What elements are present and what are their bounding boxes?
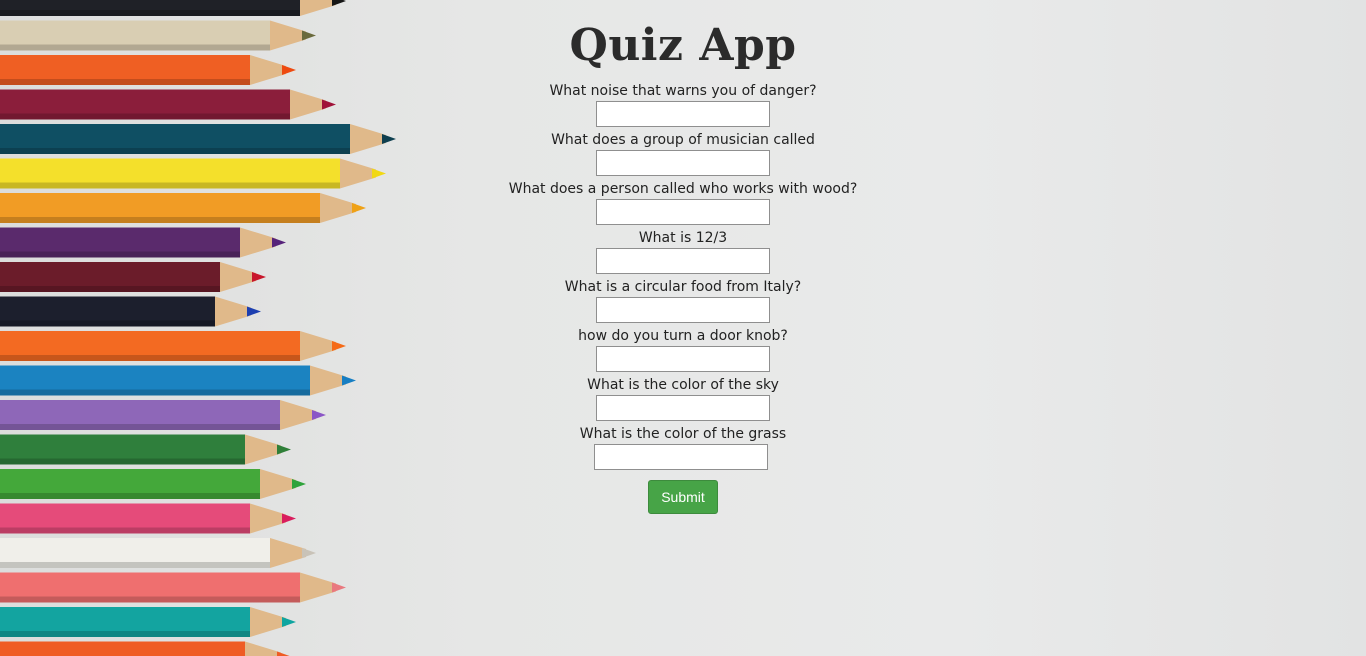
question-label: how do you turn a door knob? bbox=[578, 328, 788, 344]
answer-input-3[interactable] bbox=[596, 199, 770, 225]
answer-input-2[interactable] bbox=[596, 150, 770, 176]
pencil bbox=[0, 469, 306, 499]
question-label: What is 12/3 bbox=[638, 230, 728, 246]
pencil bbox=[0, 400, 326, 430]
question-label: What noise that warns you of danger? bbox=[549, 83, 817, 99]
question-label: What is the color of the sky bbox=[587, 377, 779, 393]
question-label: What does a group of musician called bbox=[551, 132, 815, 148]
pencil bbox=[0, 0, 346, 16]
pencil bbox=[0, 331, 346, 361]
pencil bbox=[0, 365, 356, 396]
pencil bbox=[0, 434, 291, 465]
pencil bbox=[0, 296, 261, 327]
submit-row: Submit bbox=[433, 480, 933, 514]
question-label: What is the color of the grass bbox=[579, 426, 787, 442]
question-7: What is the color of the sky bbox=[433, 377, 933, 421]
answer-input-6[interactable] bbox=[596, 346, 770, 372]
pencil bbox=[0, 641, 290, 656]
page-title: Quiz App bbox=[569, 20, 797, 71]
answer-input-1[interactable] bbox=[596, 101, 770, 127]
pencil bbox=[0, 607, 296, 637]
pencil bbox=[0, 262, 266, 292]
pencil bbox=[0, 503, 296, 534]
pencil bbox=[0, 20, 316, 51]
question-4: What is 12/3 bbox=[433, 230, 933, 274]
pencil bbox=[0, 124, 396, 154]
question-label: What is a circular food from Italy? bbox=[564, 279, 802, 295]
submit-button[interactable]: Submit bbox=[648, 480, 718, 514]
pencil bbox=[0, 572, 346, 603]
quiz-form: Quiz App What noise that warns you of da… bbox=[433, 0, 933, 514]
question-8: What is the color of the grass bbox=[433, 426, 933, 470]
colored-pencils-background bbox=[0, 0, 396, 656]
question-1: What noise that warns you of danger? bbox=[433, 83, 933, 127]
answer-input-5[interactable] bbox=[596, 297, 770, 323]
answer-input-7[interactable] bbox=[596, 395, 770, 421]
question-6: how do you turn a door knob? bbox=[433, 328, 933, 372]
question-label: What does a person called who works with… bbox=[508, 181, 858, 197]
question-5: What is a circular food from Italy? bbox=[433, 279, 933, 323]
answer-input-8[interactable] bbox=[594, 444, 768, 470]
pencil bbox=[0, 89, 336, 120]
answer-input-4[interactable] bbox=[596, 248, 770, 274]
pencil bbox=[0, 193, 366, 223]
pencil bbox=[0, 158, 386, 189]
question-3: What does a person called who works with… bbox=[433, 181, 933, 225]
pencil bbox=[0, 538, 316, 568]
pencil bbox=[0, 227, 286, 258]
pencil bbox=[0, 55, 296, 85]
question-2: What does a group of musician called bbox=[433, 132, 933, 176]
